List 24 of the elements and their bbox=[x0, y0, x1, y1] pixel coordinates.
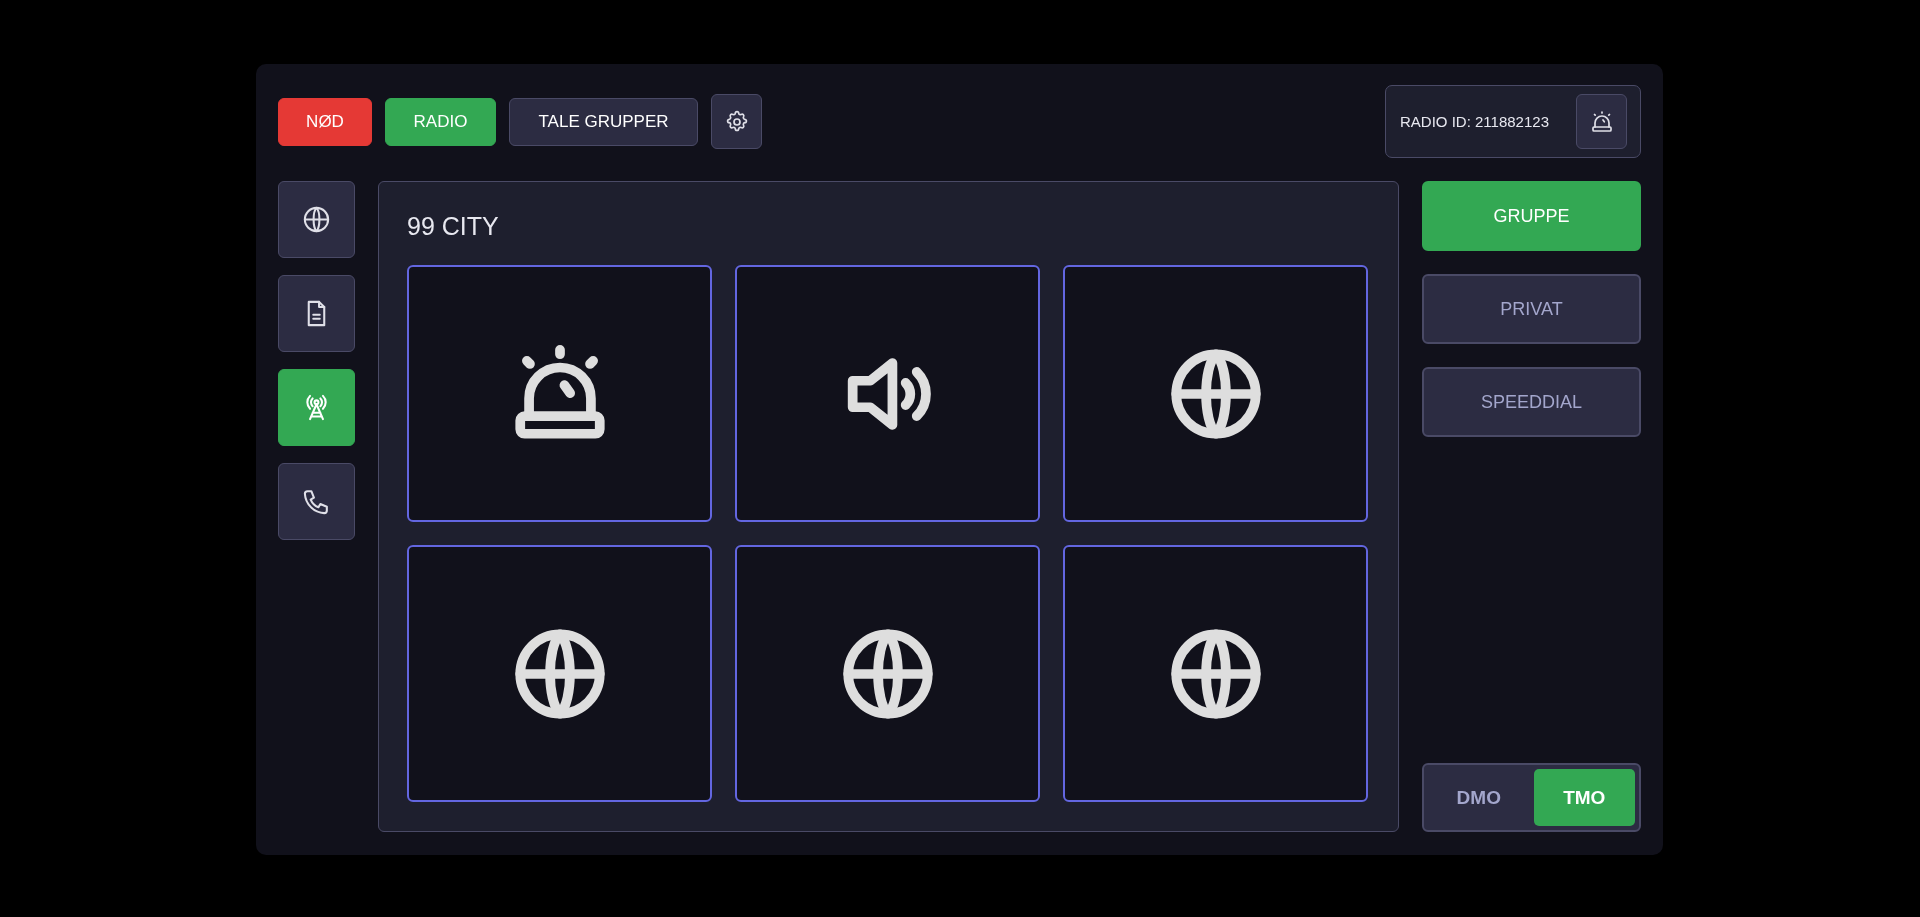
toggle-option[interactable]: DMO bbox=[1428, 769, 1530, 826]
group-tile[interactable] bbox=[735, 545, 1040, 802]
toggle-option[interactable]: TMO bbox=[1533, 769, 1635, 826]
alarm-button[interactable] bbox=[1576, 94, 1627, 149]
group-title: 99 CITY bbox=[407, 211, 500, 242]
group-tile[interactable] bbox=[407, 545, 712, 802]
group-tile[interactable] bbox=[1063, 265, 1368, 522]
settings-button[interactable] bbox=[711, 94, 762, 149]
nav-button[interactable] bbox=[278, 275, 355, 352]
group-tile[interactable] bbox=[735, 265, 1040, 522]
top-button[interactable]: RADIO bbox=[385, 97, 496, 146]
top-button[interactable]: TALE GRUPPER bbox=[509, 97, 698, 146]
group-tile[interactable] bbox=[1063, 545, 1368, 802]
group-tile[interactable] bbox=[407, 265, 712, 522]
radio-id-label: RADIO ID: 211882123 bbox=[1400, 113, 1549, 130]
nav-button[interactable] bbox=[278, 181, 355, 258]
mode-button[interactable]: PRIVAT bbox=[1422, 274, 1641, 344]
mode-button[interactable]: SPEEDDIAL bbox=[1422, 367, 1641, 437]
siren-icon bbox=[1589, 109, 1614, 134]
settings-icon bbox=[724, 109, 749, 134]
mode-button[interactable]: GRUPPE bbox=[1422, 181, 1641, 251]
nav-button[interactable] bbox=[278, 463, 355, 540]
globe-icon bbox=[301, 204, 332, 235]
top-button[interactable]: NØD bbox=[278, 97, 372, 146]
